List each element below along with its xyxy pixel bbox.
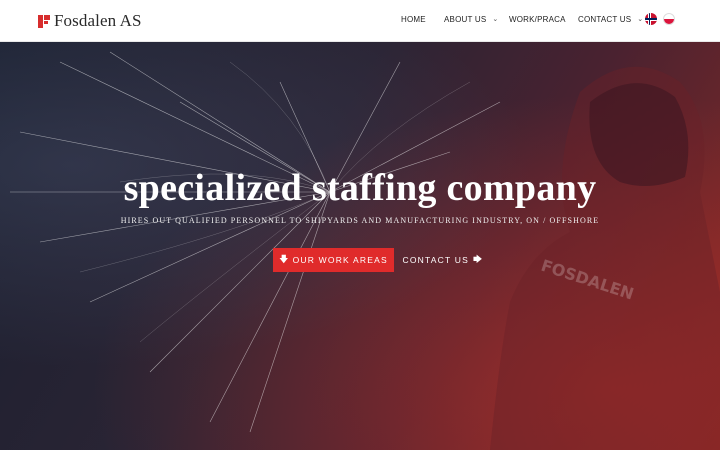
nav-label: CONTACT US: [578, 15, 632, 24]
contact-us-button[interactable]: CONTACT US 🡆: [400, 248, 486, 272]
hero-section: FOSDALEN specialized staffing company HI…: [0, 42, 720, 450]
chevron-down-icon: ⌄: [492, 15, 499, 23]
chevron-down-icon: ⌄: [637, 15, 644, 23]
hero-title: specialized staffing company: [123, 167, 597, 209]
nav-item-home[interactable]: HOME: [401, 15, 426, 24]
nav-label: ABOUT US: [444, 15, 487, 24]
nav-label: WORK/PRACA: [509, 15, 566, 24]
nav-label: HOME: [401, 15, 426, 24]
nav-item-work-praca[interactable]: WORK/PRACA: [509, 15, 566, 24]
arrow-down-icon: 🡇: [279, 254, 290, 264]
nav-item-contact-us[interactable]: CONTACT US ⌄: [578, 15, 643, 24]
nav-item-about-us[interactable]: ABOUT US ⌄: [444, 15, 498, 24]
hero-subtitle: HIRES OUT QUALIFIED PERSONNEL TO SHIPYAR…: [120, 216, 600, 225]
site-header: Fosdalen AS HOME ABOUT US ⌄ WORK/PRACA C…: [0, 0, 720, 42]
arrow-right-icon: 🡆: [472, 254, 484, 264]
button-label: OUR WORK AREAS: [292, 255, 388, 265]
main-nav: HOME ABOUT US ⌄ WORK/PRACA CONTACT US ⌄: [0, 0, 720, 42]
flag-norway-icon[interactable]: [645, 13, 657, 25]
welder-worker-image: FOSDALEN: [490, 66, 720, 450]
button-label: CONTACT US: [402, 255, 469, 265]
flag-poland-icon[interactable]: [663, 13, 675, 25]
our-work-areas-button[interactable]: 🡇 OUR WORK AREAS: [273, 248, 394, 272]
